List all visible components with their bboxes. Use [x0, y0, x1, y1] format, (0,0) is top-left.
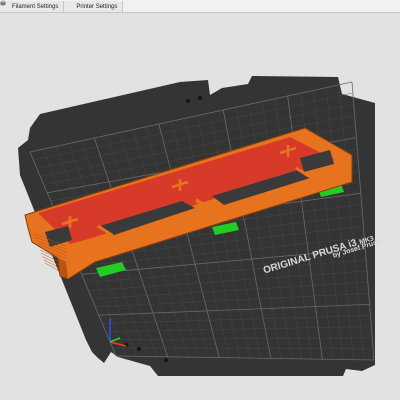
tab-filament-settings[interactable]: Filament Settings [0, 0, 65, 12]
mount-hole [198, 96, 202, 100]
tab-label: Filament Settings [12, 3, 59, 10]
mount-hole [164, 358, 168, 362]
tab-printer-settings[interactable]: Printer Settings [0, 0, 124, 12]
3d-preview-viewport[interactable]: ORIGINAL PRUSA i3 MK3 by Josef Prusa [0, 13, 400, 400]
tab-label: Printer Settings [76, 3, 118, 10]
mount-hole [186, 99, 190, 103]
settings-tab-bar: Filament Settings Printer Settings [0, 0, 400, 13]
print-bed-scene [18, 76, 375, 376]
mount-hole [137, 347, 141, 351]
printer-icon [0, 0, 73, 10]
